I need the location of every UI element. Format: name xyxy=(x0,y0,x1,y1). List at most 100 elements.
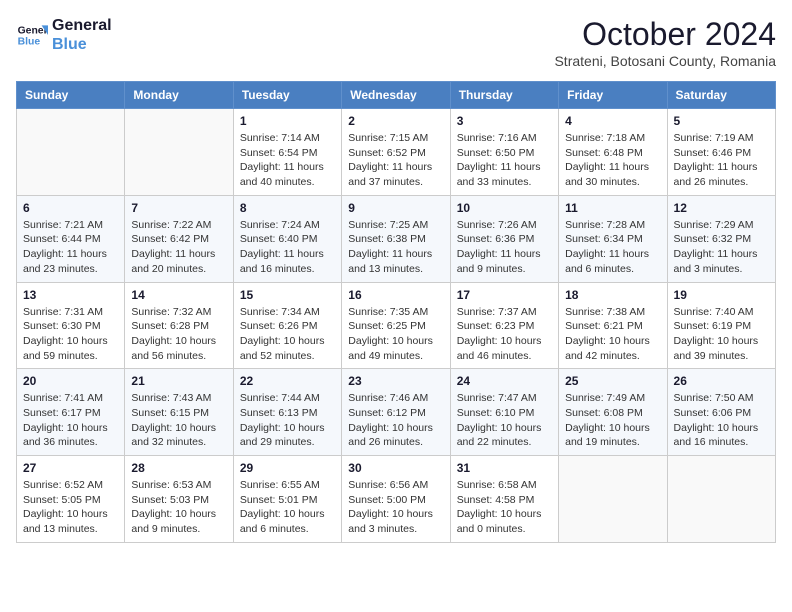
location-subtitle: Strateni, Botosani County, Romania xyxy=(554,53,776,69)
day-info: Sunrise: 7:35 AM Sunset: 6:25 PM Dayligh… xyxy=(348,305,443,364)
logo-icon: General Blue xyxy=(16,19,48,51)
table-row: 8 Sunrise: 7:24 AM Sunset: 6:40 PM Daylig… xyxy=(233,195,341,282)
day-number: 16 xyxy=(348,288,443,302)
col-sunday: Sunday xyxy=(17,82,125,109)
table-row: 10 Sunrise: 7:26 AM Sunset: 6:36 PM Dayli… xyxy=(450,195,558,282)
day-number: 25 xyxy=(565,374,660,388)
day-info: Sunrise: 7:46 AM Sunset: 6:12 PM Dayligh… xyxy=(348,391,443,450)
day-info: Sunrise: 7:32 AM Sunset: 6:28 PM Dayligh… xyxy=(131,305,226,364)
table-row: 29 Sunrise: 6:55 AM Sunset: 5:01 PM Dayli… xyxy=(233,456,341,543)
day-number: 3 xyxy=(457,114,552,128)
day-info: Sunrise: 7:47 AM Sunset: 6:10 PM Dayligh… xyxy=(457,391,552,450)
col-monday: Monday xyxy=(125,82,233,109)
day-info: Sunrise: 7:14 AM Sunset: 6:54 PM Dayligh… xyxy=(240,131,335,190)
table-row: 19 Sunrise: 7:40 AM Sunset: 6:19 PM Dayli… xyxy=(667,282,775,369)
table-row: 26 Sunrise: 7:50 AM Sunset: 6:06 PM Dayli… xyxy=(667,369,775,456)
calendar-week-row: 6 Sunrise: 7:21 AM Sunset: 6:44 PM Daylig… xyxy=(17,195,776,282)
day-number: 6 xyxy=(23,201,118,215)
day-info: Sunrise: 7:31 AM Sunset: 6:30 PM Dayligh… xyxy=(23,305,118,364)
calendar-header-row: Sunday Monday Tuesday Wednesday Thursday… xyxy=(17,82,776,109)
day-number: 24 xyxy=(457,374,552,388)
table-row: 21 Sunrise: 7:43 AM Sunset: 6:15 PM Dayli… xyxy=(125,369,233,456)
table-row xyxy=(559,456,667,543)
table-row: 13 Sunrise: 7:31 AM Sunset: 6:30 PM Dayli… xyxy=(17,282,125,369)
col-thursday: Thursday xyxy=(450,82,558,109)
day-number: 10 xyxy=(457,201,552,215)
day-info: Sunrise: 7:44 AM Sunset: 6:13 PM Dayligh… xyxy=(240,391,335,450)
day-info: Sunrise: 7:18 AM Sunset: 6:48 PM Dayligh… xyxy=(565,131,660,190)
day-number: 26 xyxy=(674,374,769,388)
day-number: 28 xyxy=(131,461,226,475)
calendar-week-row: 27Sunrise: 6:52 AM Sunset: 5:05 PM Dayli… xyxy=(17,456,776,543)
day-number: 12 xyxy=(674,201,769,215)
table-row: 12 Sunrise: 7:29 AM Sunset: 6:32 PM Dayli… xyxy=(667,195,775,282)
logo: General Blue General Blue xyxy=(16,16,112,54)
day-number: 2 xyxy=(348,114,443,128)
table-row: 11 Sunrise: 7:28 AM Sunset: 6:34 PM Dayli… xyxy=(559,195,667,282)
day-info: Sunrise: 7:21 AM Sunset: 6:44 PM Dayligh… xyxy=(23,218,118,277)
day-info: Sunrise: 7:24 AM Sunset: 6:40 PM Dayligh… xyxy=(240,218,335,277)
day-number: 9 xyxy=(348,201,443,215)
table-row: 16 Sunrise: 7:35 AM Sunset: 6:25 PM Dayli… xyxy=(342,282,450,369)
page-header: General Blue General Blue October 2024 S… xyxy=(16,16,776,69)
logo-general: General xyxy=(52,16,112,35)
day-info: Sunrise: 7:16 AM Sunset: 6:50 PM Dayligh… xyxy=(457,131,552,190)
day-number: 18 xyxy=(565,288,660,302)
table-row: 7Sunrise: 7:22 AM Sunset: 6:42 PM Daylig… xyxy=(125,195,233,282)
day-number: 20 xyxy=(23,374,118,388)
calendar-week-row: 13 Sunrise: 7:31 AM Sunset: 6:30 PM Dayli… xyxy=(17,282,776,369)
day-info: Sunrise: 7:15 AM Sunset: 6:52 PM Dayligh… xyxy=(348,131,443,190)
table-row: 23 Sunrise: 7:46 AM Sunset: 6:12 PM Dayli… xyxy=(342,369,450,456)
table-row: 31Sunrise: 6:58 AM Sunset: 4:58 PM Dayli… xyxy=(450,456,558,543)
logo-blue: Blue xyxy=(52,35,112,54)
day-info: Sunrise: 7:29 AM Sunset: 6:32 PM Dayligh… xyxy=(674,218,769,277)
calendar-table: Sunday Monday Tuesday Wednesday Thursday… xyxy=(16,81,776,543)
day-info: Sunrise: 7:41 AM Sunset: 6:17 PM Dayligh… xyxy=(23,391,118,450)
table-row xyxy=(667,456,775,543)
table-row: 17 Sunrise: 7:37 AM Sunset: 6:23 PM Dayli… xyxy=(450,282,558,369)
day-info: Sunrise: 7:37 AM Sunset: 6:23 PM Dayligh… xyxy=(457,305,552,364)
day-number: 21 xyxy=(131,374,226,388)
table-row: 4 Sunrise: 7:18 AM Sunset: 6:48 PM Daylig… xyxy=(559,109,667,196)
day-info: Sunrise: 7:38 AM Sunset: 6:21 PM Dayligh… xyxy=(565,305,660,364)
table-row: 18 Sunrise: 7:38 AM Sunset: 6:21 PM Dayli… xyxy=(559,282,667,369)
day-number: 4 xyxy=(565,114,660,128)
day-number: 14 xyxy=(131,288,226,302)
day-number: 23 xyxy=(348,374,443,388)
day-number: 17 xyxy=(457,288,552,302)
table-row: 2 Sunrise: 7:15 AM Sunset: 6:52 PM Daylig… xyxy=(342,109,450,196)
col-saturday: Saturday xyxy=(667,82,775,109)
day-number: 7 xyxy=(131,201,226,215)
table-row: 3 Sunrise: 7:16 AM Sunset: 6:50 PM Daylig… xyxy=(450,109,558,196)
day-info: Sunrise: 7:50 AM Sunset: 6:06 PM Dayligh… xyxy=(674,391,769,450)
day-info: Sunrise: 7:28 AM Sunset: 6:34 PM Dayligh… xyxy=(565,218,660,277)
day-info: Sunrise: 7:26 AM Sunset: 6:36 PM Dayligh… xyxy=(457,218,552,277)
col-wednesday: Wednesday xyxy=(342,82,450,109)
day-info: Sunrise: 7:34 AM Sunset: 6:26 PM Dayligh… xyxy=(240,305,335,364)
day-info: Sunrise: 6:55 AM Sunset: 5:01 PM Dayligh… xyxy=(240,478,335,537)
calendar-week-row: 1 Sunrise: 7:14 AM Sunset: 6:54 PM Daylig… xyxy=(17,109,776,196)
day-info: Sunrise: 6:52 AM Sunset: 5:05 PM Dayligh… xyxy=(23,478,118,537)
col-friday: Friday xyxy=(559,82,667,109)
table-row: 28Sunrise: 6:53 AM Sunset: 5:03 PM Dayli… xyxy=(125,456,233,543)
day-number: 11 xyxy=(565,201,660,215)
day-number: 8 xyxy=(240,201,335,215)
day-number: 19 xyxy=(674,288,769,302)
title-area: October 2024 Strateni, Botosani County, … xyxy=(554,16,776,69)
day-number: 5 xyxy=(674,114,769,128)
day-number: 1 xyxy=(240,114,335,128)
day-info: Sunrise: 7:49 AM Sunset: 6:08 PM Dayligh… xyxy=(565,391,660,450)
table-row xyxy=(17,109,125,196)
svg-text:Blue: Blue xyxy=(18,37,41,48)
day-info: Sunrise: 6:58 AM Sunset: 4:58 PM Dayligh… xyxy=(457,478,552,537)
table-row: 30Sunrise: 6:56 AM Sunset: 5:00 PM Dayli… xyxy=(342,456,450,543)
table-row: 9Sunrise: 7:25 AM Sunset: 6:38 PM Daylig… xyxy=(342,195,450,282)
table-row: 24 Sunrise: 7:47 AM Sunset: 6:10 PM Dayli… xyxy=(450,369,558,456)
day-number: 13 xyxy=(23,288,118,302)
day-info: Sunrise: 6:56 AM Sunset: 5:00 PM Dayligh… xyxy=(348,478,443,537)
day-info: Sunrise: 7:43 AM Sunset: 6:15 PM Dayligh… xyxy=(131,391,226,450)
day-number: 22 xyxy=(240,374,335,388)
day-info: Sunrise: 7:40 AM Sunset: 6:19 PM Dayligh… xyxy=(674,305,769,364)
table-row: 27Sunrise: 6:52 AM Sunset: 5:05 PM Dayli… xyxy=(17,456,125,543)
day-number: 29 xyxy=(240,461,335,475)
